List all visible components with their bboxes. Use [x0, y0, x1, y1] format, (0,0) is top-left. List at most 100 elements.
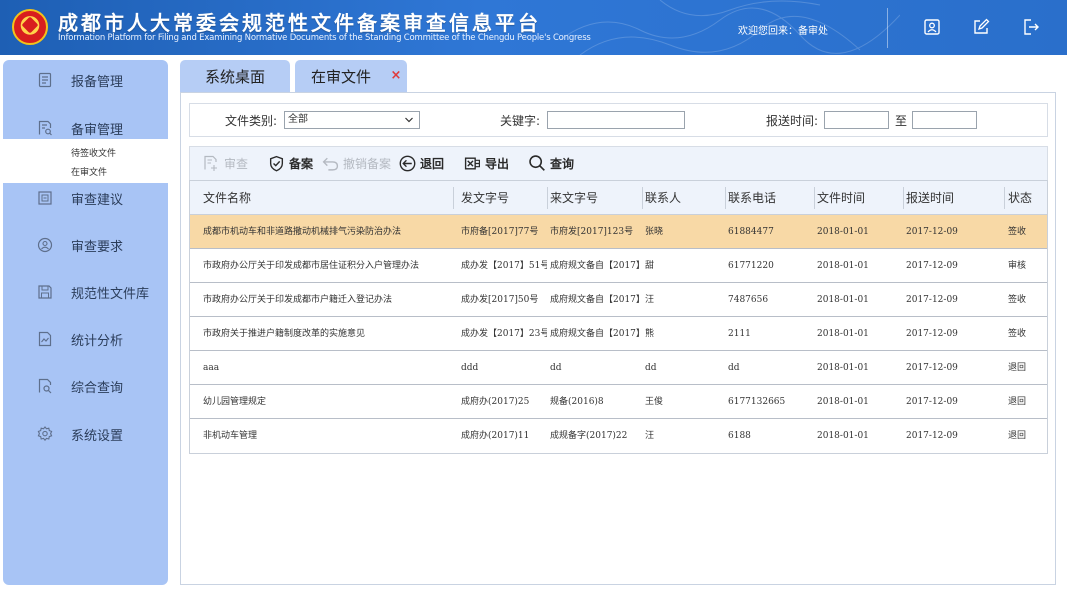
sidebar-item-statistics[interactable]: 统计分析: [3, 319, 168, 359]
cell-file-date: 2018-01-01: [817, 261, 869, 271]
column-separator: [547, 187, 548, 209]
table-row[interactable]: 成都市机动车和非道路撒动机械排气污染防治办法 市府备[2017]77号 市府发[…: [190, 215, 1047, 249]
close-icon[interactable]: ×: [390, 68, 402, 83]
review-button-label: 审查: [224, 156, 249, 171]
column-header-phone[interactable]: 联系电话: [728, 181, 776, 215]
tab-label: 系统桌面: [204, 67, 265, 86]
review-button[interactable]: 审查: [202, 152, 248, 174]
column-header-status[interactable]: 状态: [1008, 181, 1032, 215]
sidebar-submenu: 待签收文件 在审文件: [3, 139, 168, 183]
sidebar-item-label: 报备管理: [71, 74, 124, 90]
keyword-input[interactable]: [547, 111, 685, 129]
cell-status: 退回: [1008, 431, 1027, 441]
tab-system-desktop[interactable]: 系统桌面: [180, 60, 290, 92]
table-row[interactable]: 市政府办公厅关于印发成都市居住证积分入户管理办法 成办发【2017】51号 成府…: [190, 249, 1047, 283]
sidebar-item-review-suggestion[interactable]: 审查建议: [3, 178, 168, 218]
cell-submit-date: 2017-12-09: [906, 261, 958, 271]
table-row[interactable]: aaa ddd dd dd dd 2018-01-01 2017-12-09 退…: [190, 351, 1047, 385]
cell-contact: 汪: [645, 431, 655, 441]
revoke-record-button[interactable]: 撤销备案: [321, 152, 391, 174]
app-title: 成都市人大常委会规范性文件备案审查信息平台: [58, 11, 541, 35]
category-label: 文件类别:: [225, 114, 278, 128]
sidebar-item-label: 综合查询: [71, 380, 124, 396]
cell-issue-number: 成府办(2017)11: [461, 431, 530, 441]
gear-icon: [33, 422, 57, 446]
cell-incoming-number: 市府发[2017]123号: [550, 227, 634, 237]
suggestion-box-icon: [33, 186, 57, 210]
cell-contact: 张晓: [645, 227, 664, 237]
sidebar-item-comprehensive-query[interactable]: 综合查询: [3, 366, 168, 406]
tab-label: 在审文件: [311, 67, 372, 86]
cell-submit-date: 2017-12-09: [906, 295, 958, 305]
cell-file-date: 2018-01-01: [817, 397, 869, 407]
documents-table: 文件名称 发文字号 来文字号 联系人 联系电话 文件时间 报送时间 状态 成都市…: [189, 180, 1048, 454]
cell-file-name: aaa: [203, 363, 220, 373]
column-separator: [814, 187, 815, 209]
submenu-item-pending-sign[interactable]: 待签收文件: [71, 146, 116, 159]
keyword-label: 关键字:: [500, 114, 541, 128]
chart-document-icon: [33, 327, 57, 351]
cell-submit-date: 2017-12-09: [906, 431, 958, 441]
submenu-item-under-review[interactable]: 在审文件: [71, 165, 107, 178]
cell-status: 审核: [1008, 261, 1027, 271]
cell-phone: 6188: [728, 431, 751, 441]
table-row[interactable]: 非机动车管理 成府办(2017)11 成规备字(2017)22 汪 6188 2…: [190, 419, 1047, 453]
cell-issue-number: 市府备[2017]77号: [461, 227, 539, 237]
cell-submit-date: 2017-12-09: [906, 227, 958, 237]
cell-phone: 61771220: [728, 261, 774, 271]
document-list-icon: [33, 68, 57, 92]
cell-incoming-number: 规备(2016)8: [550, 397, 604, 407]
sidebar-item-normative-library[interactable]: 规范性文件库: [3, 272, 168, 312]
column-separator: [903, 187, 904, 209]
table-row[interactable]: 幼儿园管理规定 成府办(2017)25 规备(2016)8 王俊 6177132…: [190, 385, 1047, 419]
column-header-file-name[interactable]: 文件名称: [203, 181, 251, 215]
return-button[interactable]: 退回: [398, 152, 444, 174]
submit-time-to-input[interactable]: [912, 111, 977, 129]
map-decoration: [560, 0, 900, 55]
column-header-contact[interactable]: 联系人: [645, 181, 681, 215]
sidebar-item-label: 统计分析: [71, 333, 124, 349]
cell-status: 签收: [1008, 227, 1027, 237]
logout-icon[interactable]: [1020, 16, 1042, 38]
file-record-button-label: 备案: [289, 156, 314, 171]
review-document-icon: [33, 116, 57, 140]
review-icon: [202, 154, 220, 172]
undo-icon: [321, 154, 339, 172]
category-select[interactable]: 全部: [284, 111, 420, 129]
export-button[interactable]: 导出: [463, 152, 509, 174]
chevron-down-icon: [405, 117, 413, 123]
cell-file-name: 市政府办公厅关于印发成都市居住证积分入户管理办法: [203, 261, 420, 271]
column-header-issue-number[interactable]: 发文字号: [461, 181, 509, 215]
cell-phone: 61884477: [728, 227, 774, 237]
header-divider: [887, 8, 888, 48]
back-arrow-icon: [398, 154, 416, 172]
sidebar-item-system-settings[interactable]: 系统设置: [3, 414, 168, 454]
cell-contact: 熊: [645, 329, 655, 339]
cell-submit-date: 2017-12-09: [906, 329, 958, 339]
export-button-label: 导出: [485, 156, 510, 171]
edit-icon[interactable]: [970, 16, 992, 38]
submit-time-from-input[interactable]: [824, 111, 889, 129]
submit-time-to-label: 至: [895, 114, 908, 128]
sidebar-item-label: 审查要求: [71, 239, 124, 255]
query-button[interactable]: 查询: [528, 152, 574, 174]
table-row[interactable]: 市政府关于推进户籍制度改革的实施意见 成办发【2017】23号 成府规文备自【2…: [190, 317, 1047, 351]
cell-contact: 王俊: [645, 397, 664, 407]
category-select-value: 全部: [288, 114, 308, 125]
cell-issue-number: 成办发【2017】51号: [461, 261, 547, 271]
cell-file-date: 2018-01-01: [817, 295, 869, 305]
cell-contact: dd: [645, 363, 657, 373]
user-card-icon[interactable]: [921, 16, 943, 38]
file-record-button[interactable]: 备案: [267, 152, 313, 174]
column-header-file-date[interactable]: 文件时间: [817, 181, 865, 215]
column-header-incoming-number[interactable]: 来文字号: [550, 181, 598, 215]
cell-contact: 汪: [645, 295, 655, 305]
table-row[interactable]: 市政府办公厅关于印发成都市户籍迁入登记办法 成办发[2017]50号 成府规文备…: [190, 283, 1047, 317]
cell-incoming-number: 成府规文备自【2017】第: [550, 329, 642, 339]
app-header: 成都市人大常委会规范性文件备案审查信息平台 Information Platfo…: [0, 0, 1067, 55]
column-separator: [1004, 187, 1005, 209]
sidebar-item-review-requirement[interactable]: 审查要求: [3, 225, 168, 265]
submit-time-label: 报送时间:: [766, 114, 819, 128]
column-header-submit-date[interactable]: 报送时间: [906, 181, 954, 215]
sidebar-item-filing[interactable]: 报备管理: [3, 60, 168, 100]
